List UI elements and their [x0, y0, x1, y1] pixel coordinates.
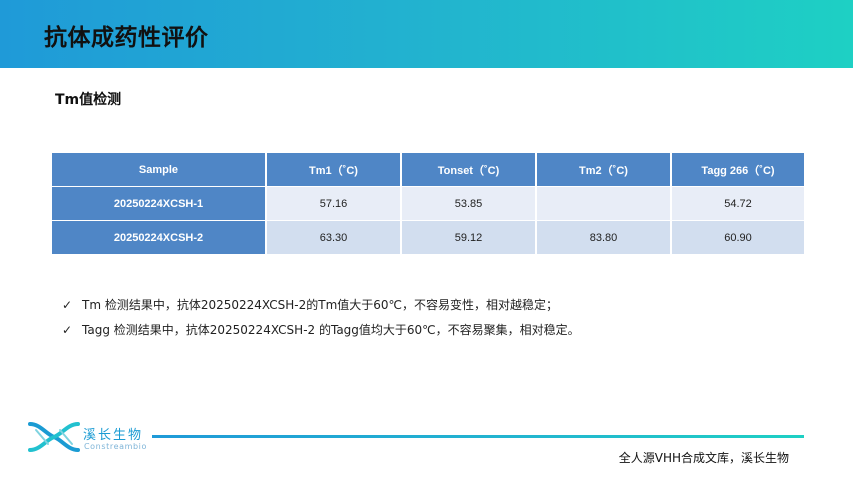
logo-text-cn: 溪长生物: [83, 428, 144, 443]
tm2-cell: [537, 186, 672, 220]
tagg-cell: 54.72: [672, 186, 804, 220]
tonset-cell: 59.12: [402, 220, 537, 254]
header-banner: 抗体成药性评价: [0, 0, 853, 68]
sample-cell: 20250224XCSH-2: [52, 220, 267, 254]
tm1-cell: 63.30: [267, 220, 402, 254]
column-header-tagg: Tagg 266（˚C): [672, 153, 804, 186]
checkmark-icon: ✓: [62, 298, 73, 312]
footer-slogan: 全人源VHH合成文库，溪长生物: [618, 451, 789, 465]
column-header-tonset: Tonset（˚C): [402, 153, 537, 186]
footer-divider: [152, 435, 804, 438]
tm2-cell: 83.80: [537, 220, 672, 254]
tonset-cell: 53.85: [402, 186, 537, 220]
column-header-sample: Sample: [52, 153, 267, 186]
conclusion-list: ✓ Tm 检测结果中，抗体20250224XCSH-2的Tm值大于60℃，不容易变…: [62, 296, 580, 346]
company-logo-icon: [28, 422, 80, 452]
column-header-tm2: Tm2（˚C): [537, 153, 672, 186]
tm1-cell: 57.16: [267, 186, 402, 220]
conclusion-text: Tagg 检测结果中，抗体20250224XCSH-2 的Tagg值均大于60℃…: [82, 323, 580, 337]
tm-results-table: Sample Tm1（˚C) Tonset（˚C) Tm2（˚C) Tagg 2…: [52, 153, 804, 254]
column-header-tm1: Tm1（˚C): [267, 153, 402, 186]
list-item: ✓ Tm 检测结果中，抗体20250224XCSH-2的Tm值大于60℃，不容易变…: [62, 296, 580, 321]
table-row: 20250224XCSH-2 63.30 59.12 83.80 60.90: [52, 220, 804, 254]
checkmark-icon: ✓: [62, 323, 73, 337]
section-title: Tm值检测: [55, 92, 122, 108]
tagg-cell: 60.90: [672, 220, 804, 254]
table-header-row: Sample Tm1（˚C) Tonset（˚C) Tm2（˚C) Tagg 2…: [52, 153, 804, 186]
logo-text-en: Constreambio: [84, 442, 147, 451]
sample-cell: 20250224XCSH-1: [52, 186, 267, 220]
list-item: ✓ Tagg 检测结果中，抗体20250224XCSH-2 的Tagg值均大于60…: [62, 321, 580, 346]
table-row: 20250224XCSH-1 57.16 53.85 54.72: [52, 186, 804, 220]
page-title: 抗体成药性评价: [44, 25, 209, 51]
conclusion-text: Tm 检测结果中，抗体20250224XCSH-2的Tm值大于60℃，不容易变性…: [82, 298, 559, 312]
